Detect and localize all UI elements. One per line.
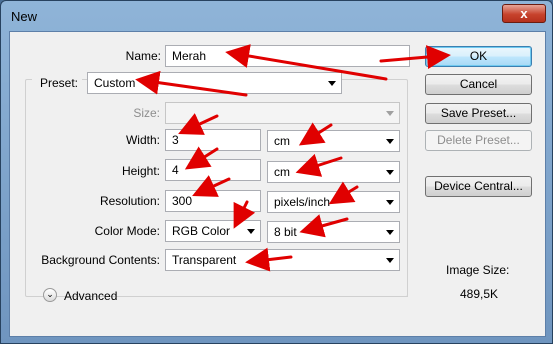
resolution-input[interactable]: 300 xyxy=(165,190,261,212)
bit-depth-dropdown[interactable]: 8 bit xyxy=(267,221,400,243)
height-unit-dropdown[interactable]: cm xyxy=(267,161,400,183)
new-document-dialog: New x Name: Merah Preset: Custom Size: W… xyxy=(0,0,553,344)
image-size-label: Image Size: xyxy=(446,263,510,277)
close-icon: x xyxy=(520,6,528,21)
advanced-divider xyxy=(125,296,408,297)
dialog-title: New xyxy=(11,9,38,24)
height-label: Height: xyxy=(121,164,160,178)
preset-label: Preset: xyxy=(32,76,82,90)
ok-button[interactable]: OK xyxy=(425,46,532,67)
device-central-button[interactable]: Device Central... xyxy=(425,176,532,197)
size-label: Size: xyxy=(133,106,160,120)
color-mode-dropdown[interactable]: RGB Color xyxy=(165,220,261,242)
width-unit-dropdown[interactable]: cm xyxy=(267,130,400,152)
resolution-unit-dropdown[interactable]: pixels/inch xyxy=(267,191,400,213)
width-label: Width: xyxy=(125,133,160,147)
save-preset-button[interactable]: Save Preset... xyxy=(425,103,532,124)
delete-preset-button: Delete Preset... xyxy=(425,130,532,151)
size-dropdown xyxy=(165,102,400,124)
width-input[interactable]: 3 xyxy=(165,129,261,151)
color-mode-label: Color Mode: xyxy=(94,224,160,238)
resolution-label: Resolution: xyxy=(99,194,160,208)
advanced-toggle-icon[interactable]: ⌄ xyxy=(43,288,57,302)
height-input[interactable]: 4 xyxy=(165,159,261,181)
image-size-value: 489,5K xyxy=(460,287,499,301)
background-contents-dropdown[interactable]: Transparent xyxy=(165,249,400,271)
advanced-label[interactable]: Advanced xyxy=(64,289,117,303)
name-input[interactable]: Merah xyxy=(165,45,410,67)
background-contents-label: Background Contents: xyxy=(41,253,160,267)
cancel-button[interactable]: Cancel xyxy=(425,74,532,95)
close-button[interactable]: x xyxy=(502,4,546,23)
dialog-body: Name: Merah Preset: Custom Size: Width: … xyxy=(9,31,546,337)
preset-dropdown[interactable]: Custom xyxy=(87,72,342,94)
name-label: Name: xyxy=(125,49,161,63)
